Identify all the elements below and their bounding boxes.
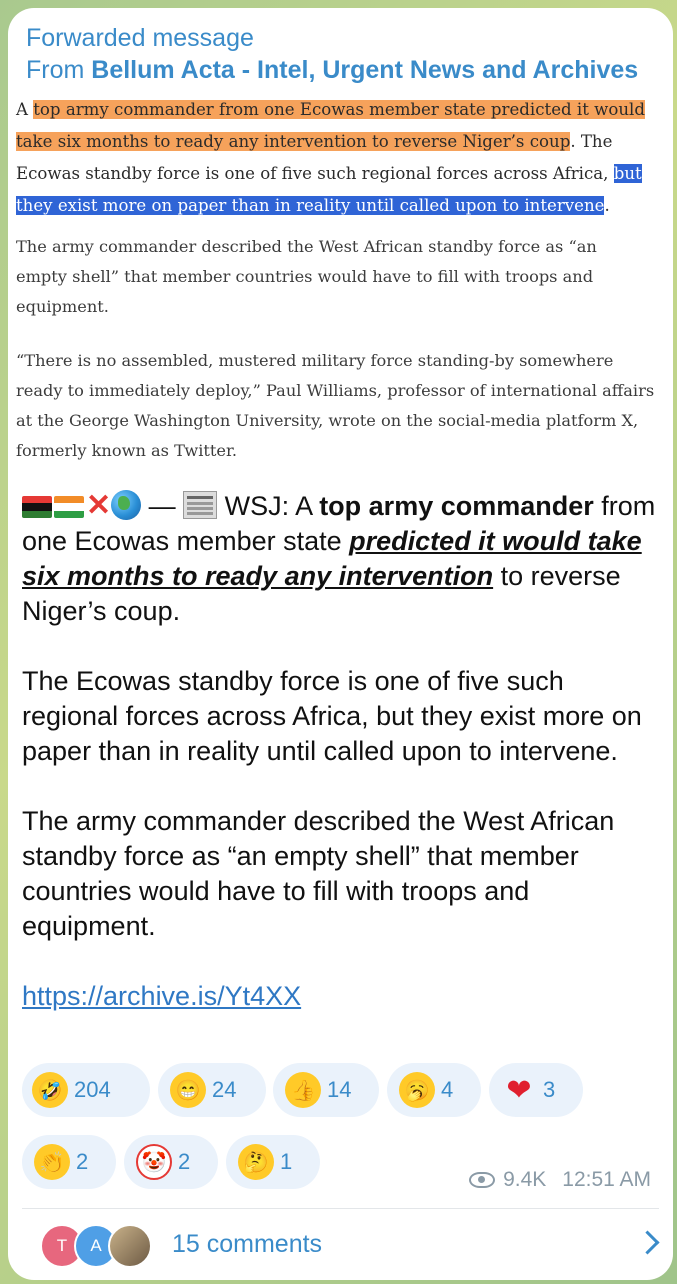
screenshot-text: A bbox=[16, 100, 34, 119]
reaction-clapping[interactable]: 👏 2 bbox=[22, 1135, 116, 1189]
reaction-count: 4 bbox=[441, 1077, 454, 1102]
forward-header[interactable]: Forwarded message From Bellum Acta - Int… bbox=[26, 22, 638, 86]
grinning-face-icon: 😁 bbox=[170, 1072, 206, 1108]
screenshot-paragraph-1: A top army commander from one Ecowas mem… bbox=[16, 94, 661, 222]
clown-face-icon: 🤡 bbox=[136, 1144, 172, 1180]
comments-label: 15 comments bbox=[172, 1230, 323, 1258]
forward-source-line: From Bellum Acta - Intel, Urgent News an… bbox=[26, 54, 638, 86]
cross-mark-icon: ✕ bbox=[86, 489, 112, 522]
reaction-count: 1 bbox=[280, 1149, 293, 1174]
message-time: 12:51 AM bbox=[562, 1168, 651, 1191]
message-paragraph-1: ✕ — WSJ: A top army commander from one E… bbox=[22, 488, 662, 629]
reaction-count: 2 bbox=[76, 1149, 89, 1174]
message-paragraph-2: The Ecowas standby force is one of five … bbox=[22, 666, 642, 766]
forwarded-label: Forwarded message bbox=[26, 24, 254, 52]
message-text-segment: WSJ: A bbox=[217, 491, 320, 521]
screenshot-paragraph-2: The army commander described the West Af… bbox=[16, 237, 597, 316]
rolling-laughing-icon: 🤣 bbox=[32, 1072, 68, 1108]
reaction-thumbs-up[interactable]: 👍 14 bbox=[273, 1063, 379, 1117]
article-screenshot-image[interactable]: A top army commander from one Ecowas mem… bbox=[16, 90, 661, 480]
message-paragraph-3: The army commander described the West Af… bbox=[22, 806, 615, 941]
reaction-count: 24 bbox=[212, 1077, 237, 1102]
dash-text: — bbox=[141, 491, 184, 521]
view-count: 9.4K bbox=[503, 1168, 547, 1191]
archive-link[interactable]: https://archive.is/Yt4XX bbox=[22, 981, 301, 1011]
highlight-orange: top army commander from one Ecowas membe… bbox=[16, 100, 645, 151]
reaction-clown[interactable]: 🤡 2 bbox=[124, 1135, 218, 1189]
chevron-right-icon bbox=[635, 1230, 660, 1255]
eye-icon bbox=[469, 1172, 496, 1188]
heart-icon: ❤ bbox=[506, 1073, 532, 1107]
thumbs-up-icon: 👍 bbox=[285, 1072, 321, 1108]
from-prefix: From bbox=[26, 56, 92, 84]
reaction-count: 3 bbox=[543, 1077, 556, 1102]
newspaper-icon bbox=[183, 491, 218, 519]
reaction-grinning[interactable]: 😁 24 bbox=[158, 1063, 266, 1117]
clapping-hands-icon: 👏 bbox=[34, 1144, 70, 1180]
screenshot-paragraph-3: “There is no assembled, mustered militar… bbox=[16, 351, 655, 460]
thinking-face-icon: 🤔 bbox=[238, 1144, 274, 1180]
yawning-face-icon: 🥱 bbox=[399, 1072, 435, 1108]
message-meta: 9.4K 12:51 AM bbox=[469, 1168, 651, 1192]
avatar bbox=[108, 1224, 152, 1268]
message-bubble: Forwarded message From Bellum Acta - Int… bbox=[8, 8, 673, 1280]
reaction-rolling-laughing[interactable]: 🤣 204 bbox=[22, 1063, 150, 1117]
message-text: ✕ — WSJ: A top army commander from one E… bbox=[22, 488, 662, 1014]
reaction-yawning[interactable]: 🥱 4 bbox=[387, 1063, 481, 1117]
reaction-count: 204 bbox=[74, 1077, 111, 1102]
comments-button[interactable]: T A 15 comments bbox=[22, 1216, 662, 1274]
flag-icon bbox=[22, 496, 52, 518]
reaction-count: 2 bbox=[178, 1149, 191, 1174]
reaction-heart[interactable]: ❤ 3 bbox=[489, 1063, 583, 1117]
forward-source-name[interactable]: Bellum Acta - Intel, Urgent News and Arc… bbox=[91, 56, 638, 84]
bold-text: top army commander bbox=[319, 491, 594, 521]
divider bbox=[22, 1208, 659, 1209]
reaction-thinking[interactable]: 🤔 1 bbox=[226, 1135, 320, 1189]
niger-flag-icon bbox=[54, 496, 84, 518]
screenshot-text: . bbox=[604, 196, 610, 215]
reaction-count: 14 bbox=[327, 1077, 352, 1102]
globe-icon bbox=[111, 490, 142, 520]
